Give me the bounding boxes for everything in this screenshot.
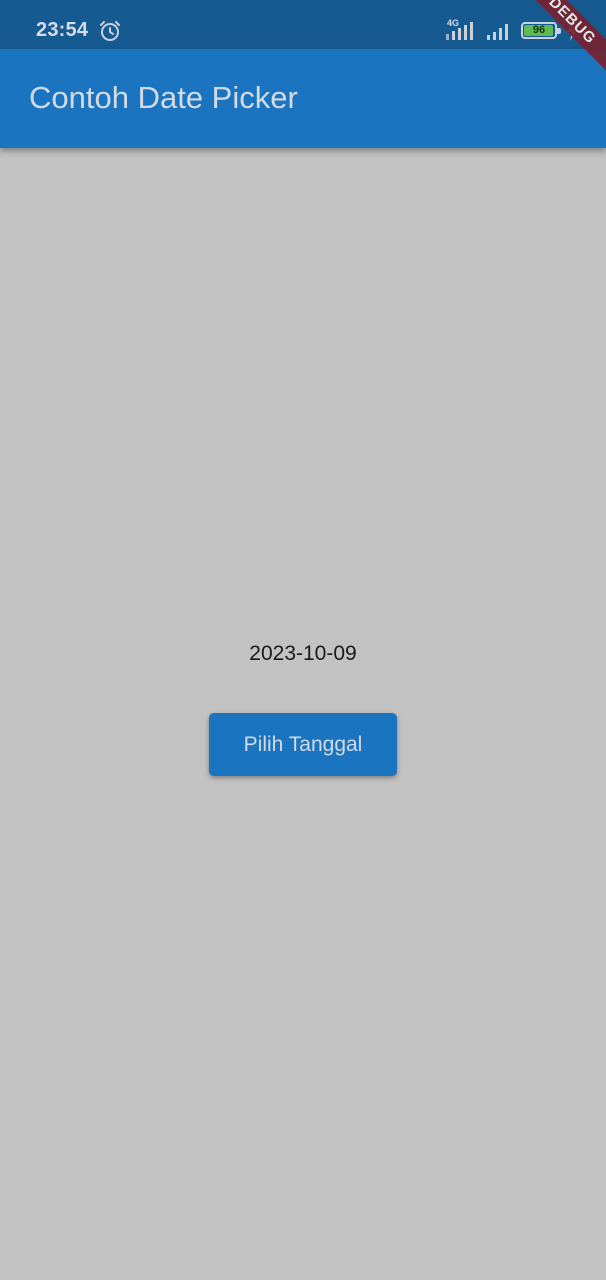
pick-date-button[interactable]: Pilih Tanggal <box>209 713 397 776</box>
battery-percent: 96 <box>532 24 546 36</box>
app-bar: Contoh Date Picker <box>0 49 606 148</box>
signal-icon <box>487 24 508 40</box>
alarm-icon <box>100 21 120 41</box>
charging-bolt-icon <box>567 21 577 41</box>
selected-date-text: 2023-10-09 <box>249 642 357 665</box>
battery-icon: 96 <box>521 22 561 39</box>
status-time: 23:54 <box>36 19 89 41</box>
page-title: Contoh Date Picker <box>29 80 298 115</box>
signal-4g-icon: 4G <box>444 18 480 42</box>
status-bar: 23:54 4G 96 <box>0 0 606 49</box>
